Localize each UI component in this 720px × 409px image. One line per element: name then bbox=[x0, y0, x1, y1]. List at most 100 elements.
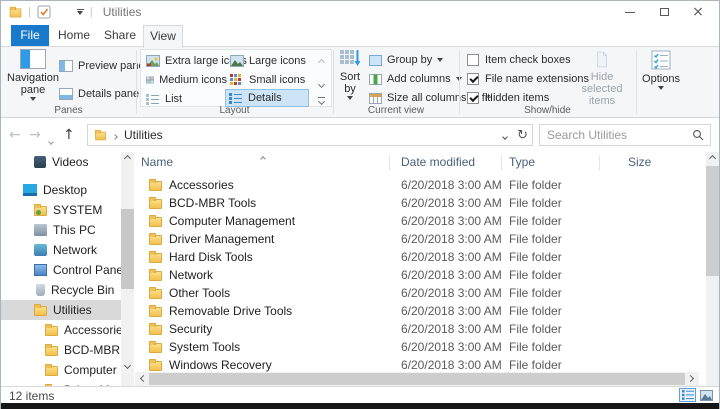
layout-gallery: Extra large icons Medium icons List Larg… bbox=[140, 49, 332, 107]
file-row[interactable]: Accessories 6/20/2018 3:00 AM File folde… bbox=[135, 176, 706, 194]
sidebar-item[interactable]: Computer Management bbox=[1, 360, 121, 380]
computer-icon bbox=[34, 224, 47, 236]
dropdown-arrow-icon bbox=[658, 86, 664, 90]
large-icons-view-toggle[interactable] bbox=[698, 388, 715, 402]
details-pane-button[interactable]: Details pane bbox=[59, 85, 139, 103]
file-list-pane: Name Date modified Type Size Accessories… bbox=[135, 152, 706, 386]
new-folder-icon[interactable] bbox=[58, 7, 71, 18]
folder-icon bbox=[45, 346, 58, 356]
up-icon[interactable]: ↑ bbox=[63, 127, 75, 143]
search-input[interactable]: Search Utilities bbox=[547, 128, 692, 142]
file-row[interactable]: Security 6/20/2018 3:00 AM File folder bbox=[135, 320, 706, 338]
medium-icons-icon bbox=[146, 74, 154, 86]
hide-selected-items-button[interactable]: Hide selected items bbox=[573, 49, 631, 107]
scrollbar-thumb[interactable] bbox=[149, 373, 685, 385]
breadcrumb[interactable]: Utilities bbox=[124, 128, 163, 142]
recent-locations-icon[interactable] bbox=[49, 131, 53, 147]
dropdown-arrow-icon bbox=[30, 97, 36, 101]
sidebar-item[interactable]: Utilities bbox=[1, 300, 121, 320]
refresh-icon[interactable]: ↻ bbox=[517, 128, 528, 143]
scroll-up-icon[interactable] bbox=[121, 152, 134, 165]
gallery-expand-icon[interactable] bbox=[318, 97, 325, 104]
file-row[interactable]: BCD-MBR Tools 6/20/2018 3:00 AM File fol… bbox=[135, 194, 706, 212]
add-columns-button[interactable]: Add columns bbox=[369, 70, 462, 88]
tab-view[interactable]: View bbox=[143, 25, 183, 48]
search-box[interactable]: Search Utilities bbox=[539, 124, 711, 146]
sidebar-item[interactable]: Desktop bbox=[1, 180, 121, 200]
file-row[interactable]: Other Tools 6/20/2018 3:00 AM File folde… bbox=[135, 284, 706, 302]
folder-icon bbox=[149, 217, 162, 227]
group-by-button[interactable]: Group by bbox=[369, 51, 443, 69]
tab-share[interactable]: Share bbox=[100, 25, 140, 46]
options-button[interactable]: Options bbox=[639, 49, 683, 107]
medium-icons-button[interactable]: Medium icons bbox=[143, 71, 227, 89]
maximize-button[interactable] bbox=[647, 1, 681, 23]
back-icon[interactable]: ← bbox=[9, 127, 21, 143]
column-header-type[interactable]: Type bbox=[509, 155, 535, 169]
ribbon-view: Navigation pane Preview pane Details pan… bbox=[1, 46, 719, 118]
size-all-columns-icon bbox=[369, 93, 382, 104]
details-pane-icon bbox=[59, 88, 73, 100]
scrollbar-thumb[interactable] bbox=[121, 209, 134, 289]
sidebar-item[interactable]: Control Panel bbox=[1, 260, 121, 280]
folder-icon bbox=[149, 199, 162, 209]
sort-by-button[interactable]: Sort by bbox=[335, 49, 365, 107]
checkbox-icon bbox=[467, 92, 479, 104]
item-check-boxes-checkbox[interactable]: Item check boxes bbox=[467, 52, 571, 68]
horizontal-scrollbar[interactable] bbox=[135, 372, 699, 386]
sidebar-item[interactable]: Accessories bbox=[1, 320, 121, 340]
folder-icon bbox=[34, 306, 47, 316]
divider: | bbox=[90, 6, 93, 18]
sidebar-item[interactable]: SYSTEM bbox=[1, 200, 121, 220]
item-count: 12 items bbox=[9, 389, 54, 403]
sidebar-item[interactable]: This PC bbox=[1, 220, 121, 240]
close-button[interactable]: × bbox=[681, 1, 715, 23]
file-row[interactable]: System Tools 6/20/2018 3:00 AM File fold… bbox=[135, 338, 706, 356]
file-row[interactable]: Network 6/20/2018 3:00 AM File folder bbox=[135, 266, 706, 284]
sort-ascending-icon bbox=[261, 152, 265, 164]
small-icons-icon bbox=[230, 74, 244, 86]
navigation-pane-button[interactable]: Navigation pane bbox=[9, 49, 57, 107]
extra-large-icons-icon bbox=[146, 55, 160, 67]
sidebar-item[interactable]: Videos bbox=[1, 152, 121, 172]
vertical-scrollbar[interactable] bbox=[706, 152, 719, 372]
file-row[interactable]: Removable Drive Tools 6/20/2018 3:00 AM … bbox=[135, 302, 706, 320]
large-icons-button[interactable]: Large icons bbox=[227, 52, 311, 70]
file-row[interactable]: Computer Management 6/20/2018 3:00 AM Fi… bbox=[135, 212, 706, 230]
breadcrumb-chevron-icon bbox=[113, 128, 117, 142]
column-header-name[interactable]: Name bbox=[141, 155, 173, 169]
small-icons-button[interactable]: Small icons bbox=[227, 71, 311, 89]
file-row[interactable]: Driver Management 6/20/2018 3:00 AM File… bbox=[135, 230, 706, 248]
scroll-down-icon[interactable] bbox=[121, 359, 134, 372]
customize-quick-access-icon[interactable] bbox=[77, 9, 84, 15]
file-name-extensions-checkbox[interactable]: File name extensions bbox=[467, 71, 589, 87]
recycle-bin-icon bbox=[36, 284, 45, 296]
scroll-right-icon[interactable] bbox=[684, 372, 697, 385]
sidebar-item[interactable]: Recycle Bin bbox=[1, 280, 121, 300]
details-view-toggle[interactable] bbox=[679, 388, 696, 402]
sort-by-icon bbox=[340, 49, 360, 68]
gallery-scroll-down-icon[interactable] bbox=[319, 76, 324, 90]
tab-file[interactable]: File bbox=[11, 25, 49, 46]
hidden-items-checkbox[interactable]: Hidden items bbox=[467, 90, 549, 106]
properties-icon[interactable] bbox=[37, 5, 51, 19]
address-field[interactable]: Utilities ↻ bbox=[87, 124, 533, 146]
tab-home[interactable]: Home bbox=[55, 25, 93, 46]
preview-pane-button[interactable]: Preview pane bbox=[59, 57, 145, 75]
sidebar-item[interactable]: BCD-MBR Tools bbox=[1, 340, 121, 360]
gallery-scroll-up-icon[interactable] bbox=[319, 54, 324, 68]
scrollbar-thumb[interactable] bbox=[706, 166, 719, 276]
minimize-button[interactable] bbox=[613, 1, 647, 23]
forward-icon[interactable]: → bbox=[29, 127, 41, 143]
search-icon[interactable] bbox=[692, 129, 704, 141]
ribbon-tabs: File Home Share View ? bbox=[1, 23, 719, 46]
address-dropdown-icon[interactable] bbox=[503, 128, 507, 142]
file-row[interactable]: Hard Disk Tools 6/20/2018 3:00 AM File f… bbox=[135, 248, 706, 266]
sidebar-scrollbar[interactable] bbox=[121, 152, 134, 386]
column-header-date[interactable]: Date modified bbox=[401, 155, 475, 169]
sidebar-item[interactable]: Network bbox=[1, 240, 121, 260]
scroll-up-icon[interactable] bbox=[706, 152, 719, 165]
dropdown-arrow-icon bbox=[437, 58, 443, 62]
column-header-size[interactable]: Size bbox=[628, 155, 651, 169]
file-list: Accessories 6/20/2018 3:00 AM File folde… bbox=[135, 176, 706, 374]
